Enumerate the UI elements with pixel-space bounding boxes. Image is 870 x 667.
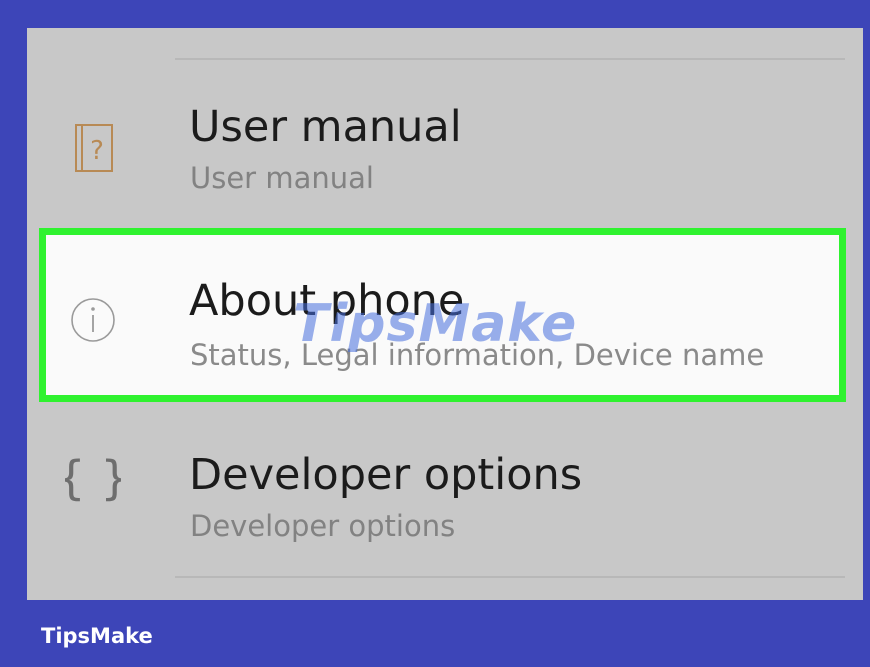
svg-text:{ }: { } <box>65 451 121 505</box>
settings-item-user-manual[interactable]: ? User manual User manual <box>27 88 863 238</box>
screenshot-frame: ? User manual User manual About phone St… <box>0 0 870 667</box>
watermark-logo: TipsMake <box>293 294 578 354</box>
list-divider-top <box>175 58 845 60</box>
svg-text:?: ? <box>90 136 104 166</box>
settings-item-subtitle: Developer options <box>190 509 456 543</box>
settings-item-developer-options[interactable]: { } Developer options Developer options <box>27 428 863 578</box>
info-circle-icon <box>65 290 121 350</box>
user-manual-book-icon: ? <box>65 118 121 178</box>
settings-item-subtitle: User manual <box>190 161 374 195</box>
watermark-footer: TipsMake <box>41 624 153 648</box>
settings-item-title: Developer options <box>189 450 583 500</box>
braces-icon: { } <box>65 448 121 508</box>
list-divider-bottom <box>175 576 845 578</box>
settings-item-title: User manual <box>189 102 462 152</box>
